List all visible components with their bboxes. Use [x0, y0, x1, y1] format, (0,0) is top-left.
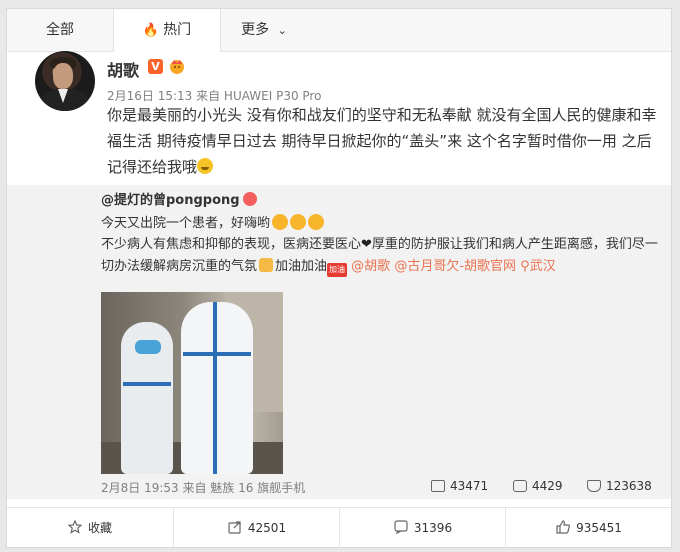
tab-all-label: 全部	[46, 22, 74, 38]
thumbs-up-icon	[587, 480, 601, 492]
repost-like-value: 123638	[606, 479, 652, 493]
like-count: 935451	[576, 521, 622, 535]
repost-author-name[interactable]: @提灯的曾pongpong	[101, 193, 240, 208]
post-text: 你是最美丽的小光头 没有你和战友们的坚守和无私奉献 就没有全国人民的健康和幸福生…	[107, 106, 657, 176]
comment-count: 31396	[413, 521, 453, 535]
laugh-emoji-icon	[290, 214, 307, 230]
fist-emoji-icon	[259, 258, 274, 272]
mention-official[interactable]: @古月哥欠-胡歌官网	[394, 259, 516, 274]
location-link[interactable]: 武汉	[530, 259, 556, 274]
repost-like-count[interactable]: 123638	[587, 479, 652, 493]
laugh-emoji-icon	[308, 214, 325, 230]
thumbs-up-icon	[556, 520, 571, 534]
action-bar: 收藏 42501 31396 935451	[7, 507, 671, 548]
favorite-label: 收藏	[87, 521, 112, 535]
repost-photo[interactable]	[101, 292, 283, 474]
comment-icon	[394, 520, 408, 534]
member-crown-icon	[170, 60, 184, 74]
comment-button[interactable]: 31396	[339, 508, 506, 548]
hug-emoji-icon	[197, 158, 214, 174]
chevron-down-icon: ⌄	[277, 24, 287, 37]
star-icon	[67, 520, 82, 534]
repost-line-2: 不少病人有焦虑和抑郁的表现，医病还要医心❤厚重的防护服让我们和病人产生距离感，我…	[101, 234, 661, 278]
tab-all[interactable]: 全部	[7, 9, 113, 51]
member-badge-icon	[242, 192, 257, 206]
like-button[interactable]: 935451	[505, 508, 672, 548]
verified-badge: V	[148, 59, 163, 74]
repost-line-1: 今天又出院一个患者，好嗨哟	[101, 212, 325, 231]
repost-author[interactable]: @提灯的曾pongpong	[101, 189, 257, 208]
repost-forward-count[interactable]: 43471	[431, 479, 488, 493]
tab-more[interactable]: 更多 ⌄	[219, 9, 309, 51]
weibo-card: 全部 🔥 热门 更多 ⌄ 胡歌 V 2月16日 15:13 来自 HUAWEI P…	[6, 8, 672, 548]
comment-icon	[513, 480, 527, 492]
avatar[interactable]	[35, 51, 95, 111]
post-author[interactable]: 胡歌	[107, 57, 139, 81]
location-pin-icon: ⚲	[520, 259, 530, 274]
share-icon	[431, 480, 445, 492]
repost-forward-value: 43471	[450, 479, 489, 493]
repost-line-1-text: 今天又出院一个患者，好嗨哟	[101, 216, 271, 231]
repost-meta: 2月8日 19:53 来自 魅族 16 旗舰手机	[101, 481, 306, 495]
repost-comment-value: 4429	[532, 479, 563, 493]
tab-hot[interactable]: 🔥 热门	[113, 9, 221, 52]
repost-button[interactable]: 42501	[173, 508, 340, 548]
post-content: 你是最美丽的小光头 没有你和战友们的坚守和无私奉献 就没有全国人民的健康和幸福生…	[107, 102, 659, 180]
laugh-emoji-icon	[272, 214, 289, 230]
tab-hot-label: 热门	[163, 22, 192, 38]
mention-hu-ge[interactable]: @胡歌	[351, 259, 390, 274]
tab-bar: 全部 🔥 热门 更多 ⌄	[7, 9, 671, 52]
repost-count: 42501	[247, 521, 287, 535]
tab-more-label: 更多	[241, 22, 270, 38]
share-icon	[228, 521, 241, 534]
favorite-button[interactable]: 收藏	[7, 508, 173, 548]
heart-icon: ❤	[361, 237, 372, 252]
jiayou-sticker-icon: 加油	[327, 263, 348, 277]
repost-text-c: 加油加油	[275, 259, 328, 274]
repost-text-a: 不少病人有焦虑和抑郁的表现，医病还要医心	[101, 237, 362, 252]
repost-comment-count[interactable]: 4429	[513, 479, 563, 493]
fire-icon: 🔥	[142, 23, 160, 38]
